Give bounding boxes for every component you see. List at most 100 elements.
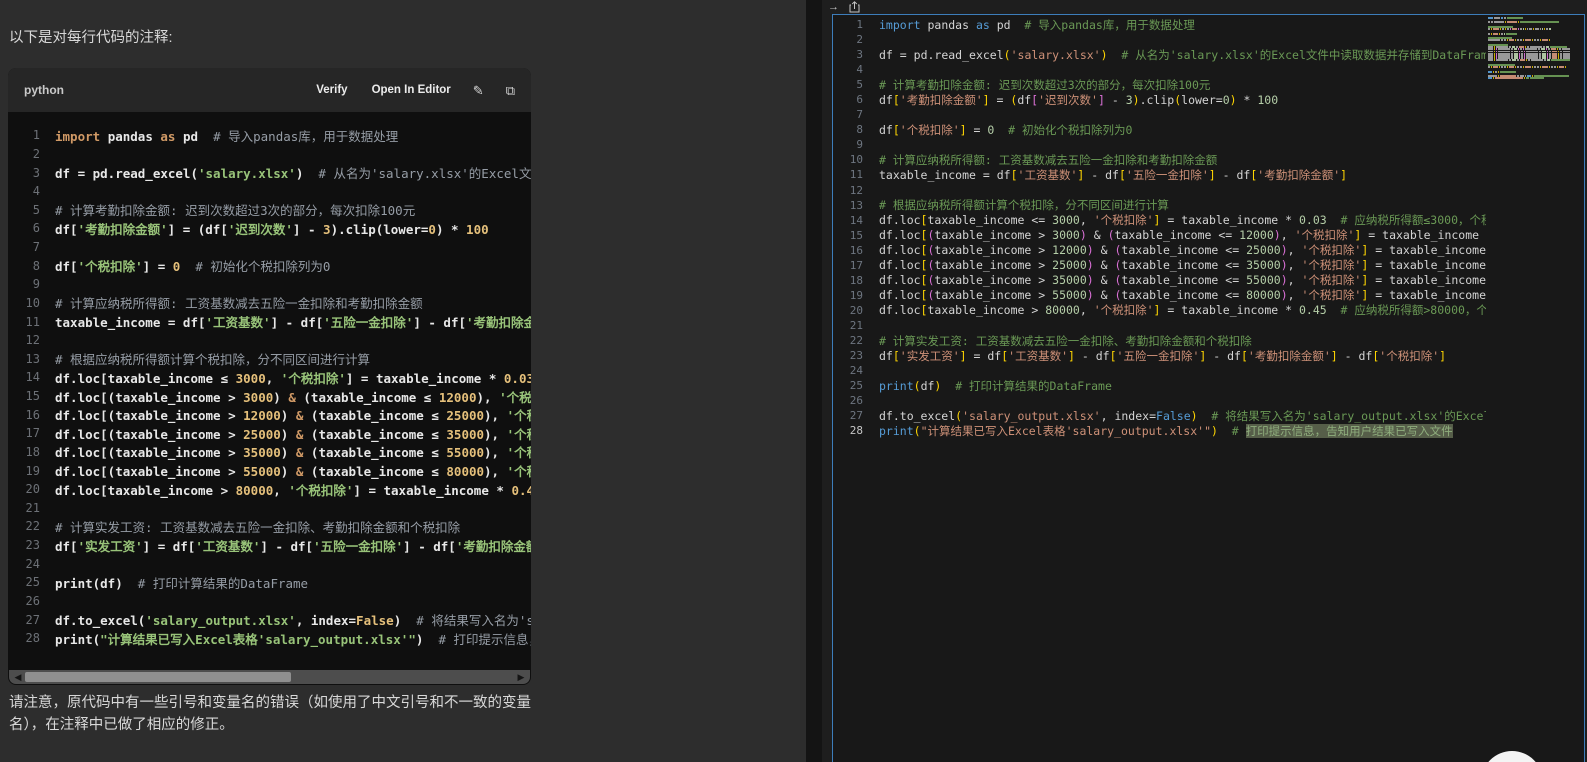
editor-code-area: 1 import pandas as pd # 导入pandas库，用于数据处理 2… (833, 17, 1486, 438)
line-number: 28 (833, 424, 863, 437)
line-number: 14 (8, 370, 40, 384)
code-line: 15df.loc[(taxable_income > 3000) & (taxa… (833, 228, 1486, 243)
code-line: 11taxable_income = df['工资基数'] - df['五险一金… (833, 167, 1486, 182)
code-text: df.loc[taxable_income > 80000, '个税扣除'] =… (55, 480, 531, 499)
code-line: 14 df.loc[taxable_income ≤ 3000, '个税扣除'] … (8, 368, 531, 387)
horizontal-scrollbar[interactable]: ◀ ▶ (9, 670, 530, 684)
code-line: 25print(df) # 打印计算结果的DataFrame (8, 573, 531, 592)
code-line: 3df = pd.read_excel('salary.xlsx') # 从名为… (8, 163, 531, 182)
code-line: 5# 计算考勤扣除金额: 迟到次数超过3次的部分，每次扣除100元 (8, 201, 531, 220)
code-text: df.loc[(taxable_income > 25000) & (taxab… (55, 424, 531, 443)
code-line: 19df.loc[(taxable_income > 55000) & (tax… (8, 461, 531, 480)
code-line: 6df['考勤扣除金额'] = (df['迟到次数'] - 3).clip(lo… (8, 219, 531, 238)
code-line: 12 (8, 331, 531, 350)
code-text: df.loc[(taxable_income > 25000) & (taxab… (879, 258, 1486, 273)
code-line: 4 (833, 62, 1486, 77)
code-line: 8df['个税扣除'] = 0 # 初始化个税扣除列为0 (833, 122, 1486, 137)
share-export-icon[interactable] (849, 1, 860, 13)
code-text: df.loc[taxable_income <= 3000, '个税扣除'] =… (879, 213, 1486, 228)
minimap-line (1488, 77, 1570, 79)
line-number: 2 (833, 33, 863, 46)
line-number: 15 (8, 389, 40, 403)
code-text: df['个税扣除'] = 0 # 初始化个税扣除列为0 (879, 122, 1486, 137)
code-line: 13# 根据应纳税所得额计算个税扣除，分不同区间进行计算 (8, 350, 531, 369)
code-line: 15df.loc[(taxable_income > 3000) & (taxa… (8, 387, 531, 406)
line-number: 25 (833, 379, 863, 392)
code-text: import pandas as pd # 导入pandas库，用于数据处理 (55, 126, 531, 145)
code-line: 24 (833, 363, 1486, 378)
line-number: 26 (8, 594, 40, 608)
copy-icon[interactable]: ⧉ (506, 84, 515, 97)
code-text: df['考勤扣除金额'] = (df['迟到次数'] - 3).clip(low… (879, 92, 1486, 107)
code-line: 3df = pd.read_excel('salary.xlsx') # 从名为… (833, 47, 1486, 62)
line-number: 27 (8, 613, 40, 627)
code-line: 10# 计算应纳税所得额: 工资基数减去五险一金扣除和考勤扣除金额 (833, 152, 1486, 167)
code-line: 27df.to_excel('salary_output.xlsx', inde… (8, 610, 531, 629)
line-number: 8 (8, 259, 40, 273)
arrow-right-icon[interactable]: → (828, 0, 839, 14)
pencil-icon[interactable]: ✎ (473, 84, 484, 97)
line-number: 10 (8, 296, 40, 310)
code-line: 23df['实发工资'] = df['工资基数'] - df['五险一金扣除']… (833, 348, 1486, 363)
code-text: import pandas as pd # 导入pandas库，用于数据处理 (879, 17, 1486, 32)
code-text: print(df) # 打印计算结果的DataFrame (879, 378, 1486, 393)
line-number: 1 (833, 18, 863, 31)
line-number: 13 (833, 199, 863, 212)
code-line: 5# 计算考勤扣除金额: 迟到次数超过3次的部分，每次扣除100元 (833, 77, 1486, 92)
line-number: 19 (8, 464, 40, 478)
code-text: # 计算应纳税所得额: 工资基数减去五险一金扣除和考勤扣除金额 (879, 152, 1486, 167)
line-number: 22 (833, 334, 863, 347)
scroll-right-arrow-icon[interactable]: ▶ (515, 671, 527, 683)
code-block-header: python Verify Open In Editor ✎ ⧉ (8, 68, 531, 112)
code-text: # 根据应纳税所得额计算个税扣除，分不同区间进行计算 (879, 198, 1486, 213)
line-number: 24 (8, 557, 40, 571)
line-number: 26 (833, 394, 863, 407)
code-text: df.loc[(taxable_income > 55000) & (taxab… (879, 288, 1486, 303)
code-line: 4 (8, 182, 531, 201)
line-number: 9 (8, 277, 40, 291)
code-text: print(df) # 打印计算结果的DataFrame (55, 573, 531, 592)
code-text: df.loc[(taxable_income > 35000) & (taxab… (879, 273, 1486, 288)
line-number: 16 (833, 244, 863, 257)
code-line: 7 (833, 107, 1486, 122)
line-number: 5 (833, 78, 863, 91)
line-number: 22 (8, 519, 40, 533)
verify-button[interactable]: Verify (316, 84, 347, 96)
code-text: # 计算考勤扣除金额: 迟到次数超过3次的部分，每次扣除100元 (55, 201, 531, 220)
code-line: 20df.loc[taxable_income > 80000, '个税扣除']… (8, 480, 531, 499)
line-number: 6 (8, 221, 40, 235)
code-line: 25 print(df) # 打印计算结果的DataFrame (833, 378, 1486, 393)
scroll-left-arrow-icon[interactable]: ◀ (12, 671, 24, 683)
minimap[interactable] (1488, 17, 1570, 80)
code-line: 13 # 根据应纳税所得额计算个税扣除，分不同区间进行计算 (833, 198, 1486, 213)
code-text: df.loc[taxable_income ≤ 3000, '个税扣除'] = … (55, 368, 531, 387)
line-number: 7 (833, 108, 863, 121)
minimap-line (1488, 59, 1570, 61)
code-line: 19df.loc[(taxable_income > 55000) & (tax… (833, 288, 1486, 303)
code-line: 28print("计算结果已写入Excel表格'salary_output.xl… (8, 629, 531, 648)
code-text: df.loc[(taxable_income > 12000) & (taxab… (879, 243, 1486, 258)
code-editor[interactable]: 1 import pandas as pd # 导入pandas库，用于数据处理 2… (832, 14, 1585, 762)
code-text: print("计算结果已写入Excel表格'salary_output.xlsx… (879, 423, 1486, 438)
line-number: 12 (8, 333, 40, 347)
code-line: 22# 计算实发工资: 工资基数减去五险一金扣除、考勤扣除金额和个税扣除 (833, 333, 1486, 348)
code-line: 17df.loc[(taxable_income > 25000) & (tax… (8, 424, 531, 443)
code-line: 8df['个税扣除'] = 0 # 初始化个税扣除列为0 (8, 256, 531, 275)
line-number: 13 (8, 352, 40, 366)
code-line: 27df.to_excel('salary_output.xlsx', inde… (833, 408, 1486, 423)
line-number: 3 (833, 48, 863, 61)
code-text: df.loc[taxable_income > 80000, '个税扣除'] =… (879, 303, 1486, 318)
code-line: 7 (8, 238, 531, 257)
line-number: 7 (8, 240, 40, 254)
open-in-editor-button[interactable]: Open In Editor (372, 84, 451, 96)
line-number: 15 (833, 229, 863, 242)
chat-code-body: 1import pandas as pd # 导入pandas库，用于数据处理2… (8, 112, 531, 670)
line-number: 11 (833, 168, 863, 181)
code-text: df.to_excel('salary_output.xlsx', index=… (879, 408, 1486, 423)
screen: 以下是对每行代码的注释: python Verify Open In Edito… (0, 0, 1587, 762)
scrollbar-thumb[interactable] (25, 672, 291, 682)
chat-note-text: 请注意，原代码中有一些引号和变量名的错误（如使用了中文引号和不一致的变量名），在… (9, 692, 536, 737)
code-line: 1 import pandas as pd # 导入pandas库，用于数据处理 (833, 17, 1486, 32)
code-line: 26 (833, 393, 1486, 408)
line-number: 11 (8, 315, 40, 329)
